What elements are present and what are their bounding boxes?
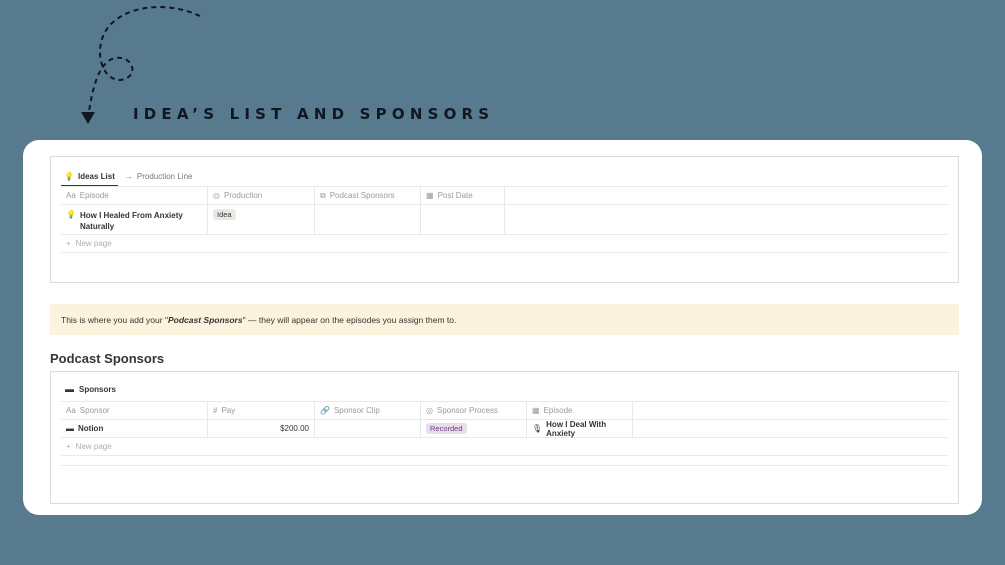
content-card: 💡 Ideas List → Production Line Aa Episod…: [23, 140, 982, 515]
new-page-button[interactable]: + New page: [61, 438, 948, 456]
plus-icon: +: [66, 239, 71, 248]
table-row[interactable]: ▬ Notion $200.00 Recorded 🎙 How I Deal W…: [61, 420, 948, 438]
column-episode[interactable]: Aa Episode: [61, 187, 208, 204]
pay-cell[interactable]: $200.00: [208, 420, 315, 437]
column-post-date[interactable]: ▦ Post Date: [421, 187, 505, 204]
calendar-icon: ▦: [426, 191, 434, 200]
callout: This is where you add your " Podcast Spon…: [50, 304, 959, 335]
arrow-right-icon: →: [124, 171, 133, 181]
column-sponsor-clip[interactable]: 🔗 Sponsor Clip: [315, 402, 421, 419]
new-page-button[interactable]: + New page: [61, 235, 948, 253]
sponsor-cell[interactable]: ▬ Notion: [61, 420, 208, 437]
view-tabs: 💡 Ideas List → Production Line: [61, 166, 196, 187]
money-icon: ▬: [66, 424, 74, 433]
text-type-icon: Aa: [66, 191, 76, 200]
column-production[interactable]: ◎ Production: [208, 187, 315, 204]
production-cell[interactable]: Idea: [208, 205, 315, 234]
plus-icon: +: [66, 442, 71, 451]
column-spacer: [505, 187, 948, 204]
calendar-icon: ▦: [532, 406, 540, 415]
sponsors-table: Aa Sponsor # Pay 🔗 Sponsor Clip ◎ Sponso…: [61, 401, 948, 466]
number-icon: #: [213, 406, 218, 415]
section-title: Podcast Sponsors: [50, 351, 165, 366]
page-headline: IDEA’S LIST AND SPONSORS: [133, 105, 495, 123]
episode-relation-cell[interactable]: 🎙 How I Deal With Anxiety: [527, 420, 633, 438]
sponsors-cell[interactable]: [315, 205, 421, 234]
column-podcast-sponsors[interactable]: ⧉ Podcast Sponsors: [315, 187, 421, 204]
episode-cell[interactable]: 💡 How I Healed From Anxiety Naturally: [61, 205, 208, 234]
column-sponsor[interactable]: Aa Sponsor: [61, 402, 208, 419]
link-icon: 🔗: [320, 406, 330, 415]
ideas-database: 💡 Ideas List → Production Line Aa Episod…: [50, 156, 959, 283]
column-sponsor-process[interactable]: ◎ Sponsor Process: [421, 402, 527, 419]
table-footer: [61, 456, 948, 466]
status-badge: Recorded: [426, 423, 467, 434]
post-date-cell[interactable]: [421, 205, 505, 234]
status-icon: ◎: [426, 406, 433, 415]
lightbulb-icon: 💡: [66, 210, 76, 219]
tab-ideas-list[interactable]: 💡 Ideas List: [61, 166, 118, 187]
table-header: Aa Sponsor # Pay 🔗 Sponsor Clip ◎ Sponso…: [61, 401, 948, 420]
lightbulb-icon: 💡: [64, 171, 74, 181]
money-icon: ▬: [65, 384, 74, 394]
process-cell[interactable]: Recorded: [421, 420, 527, 437]
status-icon: ◎: [213, 191, 220, 200]
relation-icon: ⧉: [320, 190, 326, 200]
table-header: Aa Episode ◎ Production ⧉ Podcast Sponso…: [61, 186, 948, 205]
tab-production-line[interactable]: → Production Line: [122, 166, 196, 186]
table-row[interactable]: 💡 How I Healed From Anxiety Naturally Id…: [61, 205, 948, 235]
sponsors-database: ▬ Sponsors Aa Sponsor # Pay 🔗 Sponsor Cl…: [50, 371, 959, 504]
microphone-icon: 🎙: [532, 424, 543, 433]
view-tab-sponsors[interactable]: ▬ Sponsors: [65, 384, 116, 394]
column-episode[interactable]: ▦ Episode: [527, 402, 633, 419]
text-type-icon: Aa: [66, 406, 76, 415]
clip-cell[interactable]: [315, 420, 421, 437]
status-badge: Idea: [213, 209, 236, 220]
ideas-table: Aa Episode ◎ Production ⧉ Podcast Sponso…: [61, 186, 948, 253]
column-pay[interactable]: # Pay: [208, 402, 315, 419]
